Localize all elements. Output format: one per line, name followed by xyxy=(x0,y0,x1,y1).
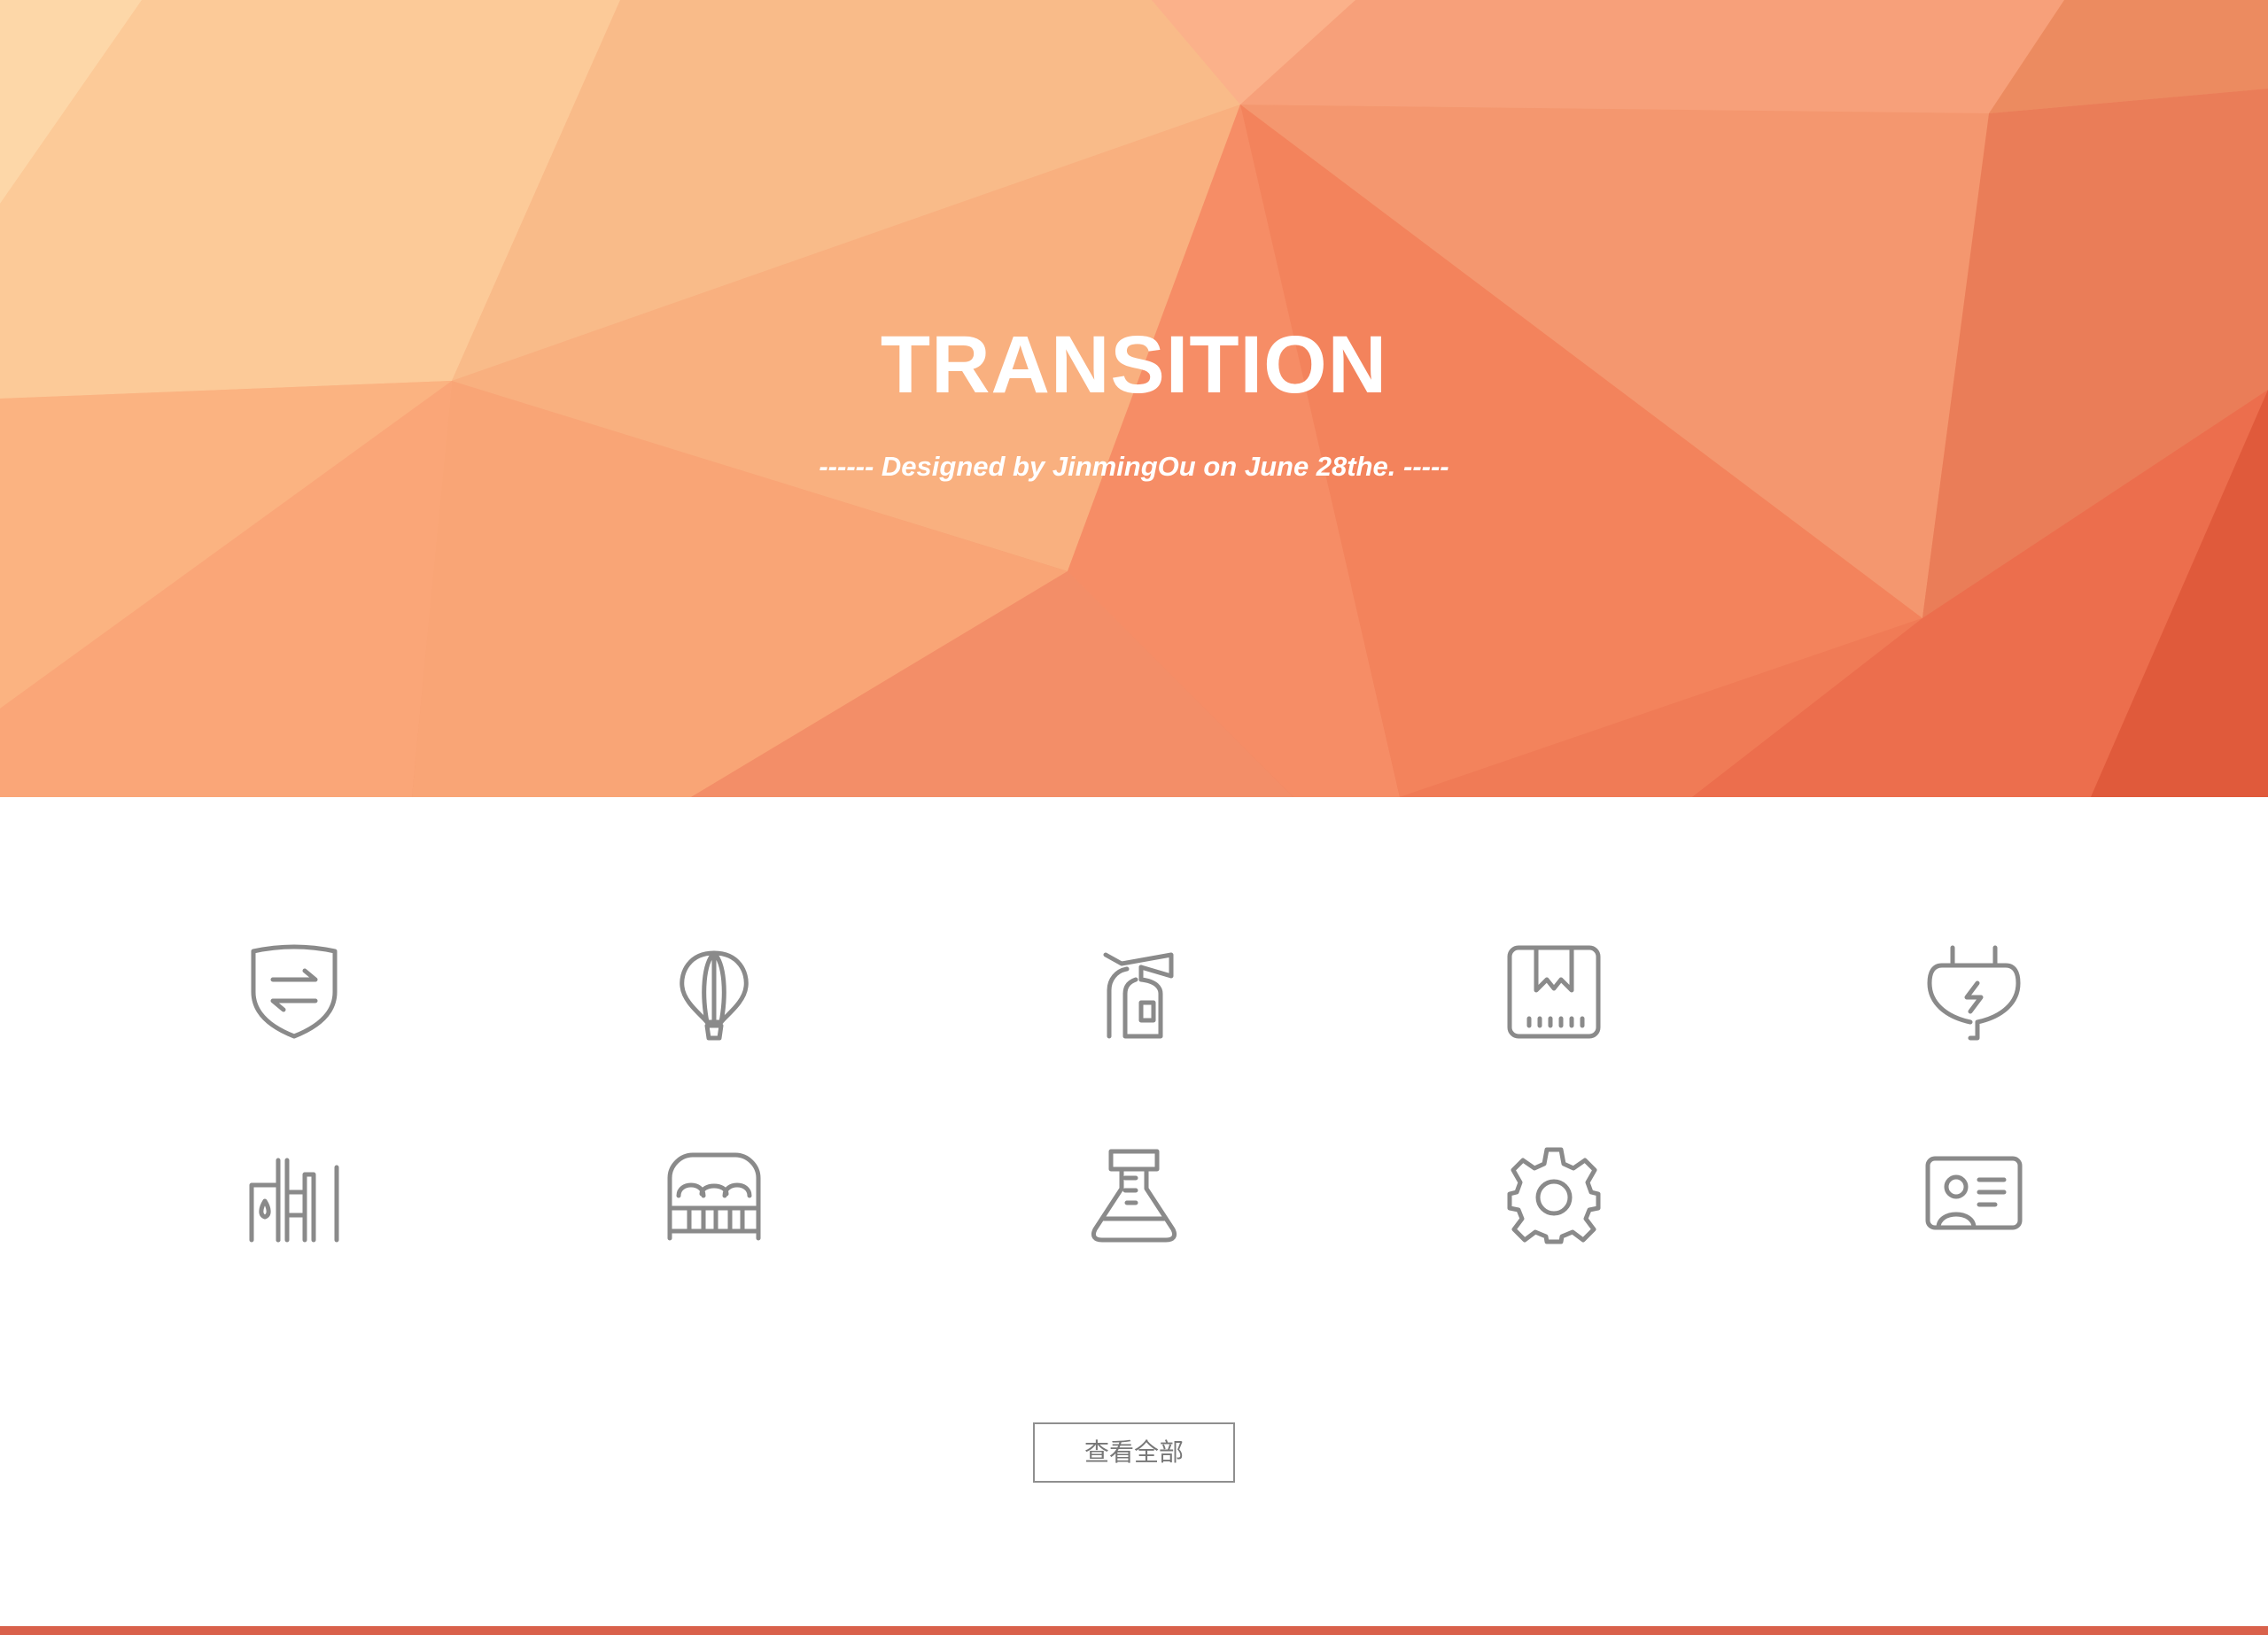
package-box-icon[interactable] xyxy=(1501,939,1607,1045)
gear-icon[interactable] xyxy=(1501,1141,1607,1247)
shield-transfer-icon[interactable] xyxy=(241,939,347,1045)
hero-banner: TRANSITION ------ Designed by JinmingOu … xyxy=(0,0,2268,797)
view-all-button[interactable]: 查看全部 xyxy=(1033,1422,1235,1483)
power-plug-icon[interactable] xyxy=(1921,939,2027,1045)
hot-air-balloon-icon[interactable] xyxy=(661,939,767,1045)
hero-title: TRANSITION xyxy=(880,320,1388,410)
fire-extinguisher-icon[interactable] xyxy=(1081,939,1187,1045)
bottom-accent-bar xyxy=(0,1626,2268,1635)
bed-icon[interactable] xyxy=(661,1141,767,1247)
factory-icon[interactable] xyxy=(241,1141,347,1247)
hero-subtitle: ------ Designed by JinmingOu on June 28t… xyxy=(819,451,1449,482)
icon-grid xyxy=(0,939,2268,1258)
lab-flask-icon[interactable] xyxy=(1081,1141,1187,1247)
page: TRANSITION ------ Designed by JinmingOu … xyxy=(0,0,2268,1635)
id-card-icon[interactable] xyxy=(1921,1141,2027,1247)
